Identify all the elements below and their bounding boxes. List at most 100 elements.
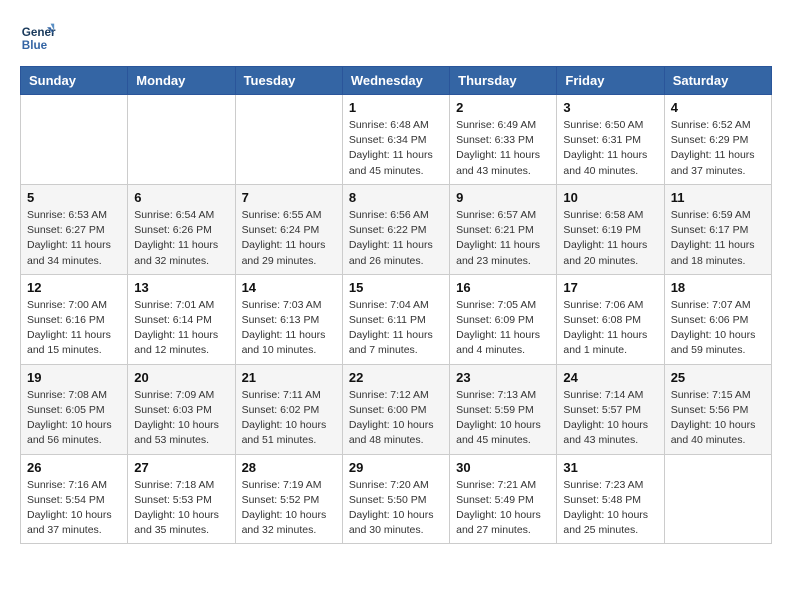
- logo: General Blue: [20, 20, 60, 56]
- day-info: Sunrise: 7:23 AM Sunset: 5:48 PM Dayligh…: [563, 478, 657, 539]
- calendar-cell: 2 Sunrise: 6:49 AM Sunset: 6:33 PM Daylig…: [450, 95, 557, 185]
- day-number: 19: [27, 370, 121, 385]
- calendar-week-4: 19 Sunrise: 7:08 AM Sunset: 6:05 PM Dayli…: [21, 364, 772, 454]
- day-number: 28: [242, 460, 336, 475]
- day-info: Sunrise: 6:54 AM Sunset: 6:26 PM Dayligh…: [134, 208, 228, 269]
- day-number: 26: [27, 460, 121, 475]
- day-number: 18: [671, 280, 765, 295]
- day-number: 16: [456, 280, 550, 295]
- day-number: 3: [563, 100, 657, 115]
- calendar-week-5: 26 Sunrise: 7:16 AM Sunset: 5:54 PM Dayli…: [21, 454, 772, 544]
- day-info: Sunrise: 6:55 AM Sunset: 6:24 PM Dayligh…: [242, 208, 336, 269]
- day-info: Sunrise: 7:15 AM Sunset: 5:56 PM Dayligh…: [671, 388, 765, 449]
- day-info: Sunrise: 6:53 AM Sunset: 6:27 PM Dayligh…: [27, 208, 121, 269]
- day-number: 22: [349, 370, 443, 385]
- day-number: 31: [563, 460, 657, 475]
- day-info: Sunrise: 7:19 AM Sunset: 5:52 PM Dayligh…: [242, 478, 336, 539]
- calendar-cell: [21, 95, 128, 185]
- day-info: Sunrise: 7:12 AM Sunset: 6:00 PM Dayligh…: [349, 388, 443, 449]
- calendar-cell: [128, 95, 235, 185]
- logo-icon: General Blue: [20, 20, 56, 56]
- calendar-cell: 27 Sunrise: 7:18 AM Sunset: 5:53 PM Dayli…: [128, 454, 235, 544]
- day-info: Sunrise: 6:56 AM Sunset: 6:22 PM Dayligh…: [349, 208, 443, 269]
- day-info: Sunrise: 6:52 AM Sunset: 6:29 PM Dayligh…: [671, 118, 765, 179]
- day-info: Sunrise: 7:03 AM Sunset: 6:13 PM Dayligh…: [242, 298, 336, 359]
- day-number: 29: [349, 460, 443, 475]
- calendar-cell: [235, 95, 342, 185]
- calendar-cell: 11Sunrise: 6:59 AM Sunset: 6:17 PM Dayli…: [664, 184, 771, 274]
- day-info: Sunrise: 6:50 AM Sunset: 6:31 PM Dayligh…: [563, 118, 657, 179]
- day-number: 9: [456, 190, 550, 205]
- day-number: 14: [242, 280, 336, 295]
- column-header-tuesday: Tuesday: [235, 67, 342, 95]
- day-info: Sunrise: 6:48 AM Sunset: 6:34 PM Dayligh…: [349, 118, 443, 179]
- calendar-cell: 30 Sunrise: 7:21 AM Sunset: 5:49 PM Dayli…: [450, 454, 557, 544]
- calendar-cell: 14 Sunrise: 7:03 AM Sunset: 6:13 PM Dayli…: [235, 274, 342, 364]
- calendar-cell: 4 Sunrise: 6:52 AM Sunset: 6:29 PM Daylig…: [664, 95, 771, 185]
- calendar-cell: 10 Sunrise: 6:58 AM Sunset: 6:19 PM Dayli…: [557, 184, 664, 274]
- calendar-week-1: 1Sunrise: 6:48 AM Sunset: 6:34 PM Daylig…: [21, 95, 772, 185]
- column-header-sunday: Sunday: [21, 67, 128, 95]
- day-number: 30: [456, 460, 550, 475]
- day-number: 17: [563, 280, 657, 295]
- calendar-header-row: SundayMondayTuesdayWednesdayThursdayFrid…: [21, 67, 772, 95]
- calendar-cell: 19 Sunrise: 7:08 AM Sunset: 6:05 PM Dayli…: [21, 364, 128, 454]
- day-info: Sunrise: 7:16 AM Sunset: 5:54 PM Dayligh…: [27, 478, 121, 539]
- calendar-cell: 22 Sunrise: 7:12 AM Sunset: 6:00 PM Dayli…: [342, 364, 449, 454]
- day-info: Sunrise: 7:00 AM Sunset: 6:16 PM Dayligh…: [27, 298, 121, 359]
- calendar-cell: 29 Sunrise: 7:20 AM Sunset: 5:50 PM Dayli…: [342, 454, 449, 544]
- calendar-cell: 17 Sunrise: 7:06 AM Sunset: 6:08 PM Dayli…: [557, 274, 664, 364]
- calendar-cell: 8 Sunrise: 6:56 AM Sunset: 6:22 PM Daylig…: [342, 184, 449, 274]
- calendar-cell: 5 Sunrise: 6:53 AM Sunset: 6:27 PM Daylig…: [21, 184, 128, 274]
- day-info: Sunrise: 7:21 AM Sunset: 5:49 PM Dayligh…: [456, 478, 550, 539]
- calendar-cell: 18Sunrise: 7:07 AM Sunset: 6:06 PM Dayli…: [664, 274, 771, 364]
- day-info: Sunrise: 7:05 AM Sunset: 6:09 PM Dayligh…: [456, 298, 550, 359]
- calendar-week-2: 5 Sunrise: 6:53 AM Sunset: 6:27 PM Daylig…: [21, 184, 772, 274]
- day-number: 21: [242, 370, 336, 385]
- calendar-cell: 23 Sunrise: 7:13 AM Sunset: 5:59 PM Dayli…: [450, 364, 557, 454]
- calendar-cell: [664, 454, 771, 544]
- calendar-cell: 3 Sunrise: 6:50 AM Sunset: 6:31 PM Daylig…: [557, 95, 664, 185]
- day-number: 12: [27, 280, 121, 295]
- day-info: Sunrise: 7:04 AM Sunset: 6:11 PM Dayligh…: [349, 298, 443, 359]
- day-number: 5: [27, 190, 121, 205]
- calendar-cell: 7Sunrise: 6:55 AM Sunset: 6:24 PM Daylig…: [235, 184, 342, 274]
- calendar-cell: 24Sunrise: 7:14 AM Sunset: 5:57 PM Dayli…: [557, 364, 664, 454]
- day-number: 15: [349, 280, 443, 295]
- day-number: 11: [671, 190, 765, 205]
- column-header-wednesday: Wednesday: [342, 67, 449, 95]
- calendar-cell: 9Sunrise: 6:57 AM Sunset: 6:21 PM Daylig…: [450, 184, 557, 274]
- day-number: 24: [563, 370, 657, 385]
- page-header: General Blue: [20, 20, 772, 56]
- calendar-cell: 20Sunrise: 7:09 AM Sunset: 6:03 PM Dayli…: [128, 364, 235, 454]
- calendar-cell: 12 Sunrise: 7:00 AM Sunset: 6:16 PM Dayli…: [21, 274, 128, 364]
- day-info: Sunrise: 7:11 AM Sunset: 6:02 PM Dayligh…: [242, 388, 336, 449]
- calendar-cell: 25Sunrise: 7:15 AM Sunset: 5:56 PM Dayli…: [664, 364, 771, 454]
- day-info: Sunrise: 7:06 AM Sunset: 6:08 PM Dayligh…: [563, 298, 657, 359]
- day-info: Sunrise: 6:58 AM Sunset: 6:19 PM Dayligh…: [563, 208, 657, 269]
- day-number: 8: [349, 190, 443, 205]
- calendar-cell: 28 Sunrise: 7:19 AM Sunset: 5:52 PM Dayli…: [235, 454, 342, 544]
- day-info: Sunrise: 7:01 AM Sunset: 6:14 PM Dayligh…: [134, 298, 228, 359]
- day-number: 13: [134, 280, 228, 295]
- calendar-cell: 16 Sunrise: 7:05 AM Sunset: 6:09 PM Dayli…: [450, 274, 557, 364]
- calendar-week-3: 12 Sunrise: 7:00 AM Sunset: 6:16 PM Dayli…: [21, 274, 772, 364]
- day-number: 23: [456, 370, 550, 385]
- day-number: 10: [563, 190, 657, 205]
- day-info: Sunrise: 7:08 AM Sunset: 6:05 PM Dayligh…: [27, 388, 121, 449]
- day-number: 4: [671, 100, 765, 115]
- day-info: Sunrise: 7:18 AM Sunset: 5:53 PM Dayligh…: [134, 478, 228, 539]
- column-header-friday: Friday: [557, 67, 664, 95]
- day-info: Sunrise: 6:49 AM Sunset: 6:33 PM Dayligh…: [456, 118, 550, 179]
- day-number: 2: [456, 100, 550, 115]
- day-info: Sunrise: 7:20 AM Sunset: 5:50 PM Dayligh…: [349, 478, 443, 539]
- day-info: Sunrise: 7:13 AM Sunset: 5:59 PM Dayligh…: [456, 388, 550, 449]
- day-number: 20: [134, 370, 228, 385]
- calendar-cell: 13 Sunrise: 7:01 AM Sunset: 6:14 PM Dayli…: [128, 274, 235, 364]
- column-header-saturday: Saturday: [664, 67, 771, 95]
- day-number: 27: [134, 460, 228, 475]
- column-header-monday: Monday: [128, 67, 235, 95]
- calendar-cell: 6Sunrise: 6:54 AM Sunset: 6:26 PM Daylig…: [128, 184, 235, 274]
- calendar-cell: 1Sunrise: 6:48 AM Sunset: 6:34 PM Daylig…: [342, 95, 449, 185]
- svg-text:Blue: Blue: [22, 39, 48, 52]
